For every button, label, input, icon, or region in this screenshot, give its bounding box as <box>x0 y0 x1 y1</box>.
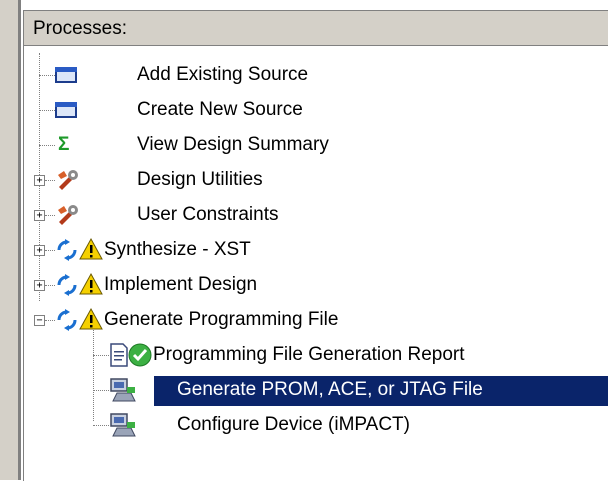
report-icon <box>110 343 128 367</box>
collapse-toggle[interactable]: − <box>34 315 45 326</box>
process-item-generate-programming-file[interactable]: Generate Programming File <box>104 306 338 334</box>
process-item-design-utilities[interactable]: Design Utilities <box>137 166 263 194</box>
tools-icon <box>58 170 78 190</box>
tree-connector <box>45 285 55 286</box>
process-tree[interactable]: Add Existing Source Create New Source Σ … <box>24 47 608 481</box>
tree-connector <box>93 425 109 426</box>
refresh-icon <box>57 309 77 331</box>
processes-window: Processes: Add Existing Source Create Ne… <box>0 0 608 481</box>
process-item-generate-prom-ace-jtag-file[interactable]: Generate PROM, ACE, or JTAG File <box>177 376 483 404</box>
warning-icon <box>79 307 103 330</box>
processes-panel: Processes: Add Existing Source Create Ne… <box>23 10 608 481</box>
window-left-divider <box>18 0 21 480</box>
expand-toggle[interactable]: + <box>34 175 45 186</box>
tree-connector <box>93 390 109 391</box>
tree-connector <box>45 250 55 251</box>
device-program-icon <box>110 413 136 437</box>
tree-connector <box>39 110 55 111</box>
device-program-icon <box>110 378 136 402</box>
tree-connector <box>45 180 55 181</box>
warning-icon <box>79 237 103 260</box>
expand-toggle[interactable]: + <box>34 245 45 256</box>
tree-connector-children <box>93 325 94 421</box>
process-item-synthesize-xst[interactable]: Synthesize - XST <box>104 236 251 264</box>
window-icon <box>55 67 77 83</box>
process-item-configure-device-impact[interactable]: Configure Device (iMPACT) <box>177 411 410 439</box>
expand-toggle[interactable]: + <box>34 210 45 221</box>
process-item-user-constraints[interactable]: User Constraints <box>137 201 279 229</box>
process-item-implement-design[interactable]: Implement Design <box>104 271 257 299</box>
refresh-icon <box>57 274 77 296</box>
window-icon <box>55 102 77 118</box>
process-item-programming-file-generation-report[interactable]: Programming File Generation Report <box>153 341 465 369</box>
process-item-add-existing-source[interactable]: Add Existing Source <box>137 61 308 89</box>
warning-icon <box>79 272 103 295</box>
processes-panel-header: Processes: <box>24 11 608 46</box>
tree-connector <box>45 215 55 216</box>
tools-icon <box>58 205 78 225</box>
tree-connector <box>39 75 55 76</box>
tree-connector <box>39 145 55 146</box>
process-item-view-design-summary[interactable]: View Design Summary <box>137 131 329 159</box>
window-left-border <box>0 0 18 480</box>
check-icon <box>128 343 152 367</box>
process-item-create-new-source[interactable]: Create New Source <box>137 96 303 124</box>
expand-toggle[interactable]: + <box>34 280 45 291</box>
tree-connector <box>93 355 109 356</box>
tree-connector <box>45 320 55 321</box>
sigma-icon: Σ <box>58 134 70 155</box>
refresh-icon <box>57 239 77 261</box>
